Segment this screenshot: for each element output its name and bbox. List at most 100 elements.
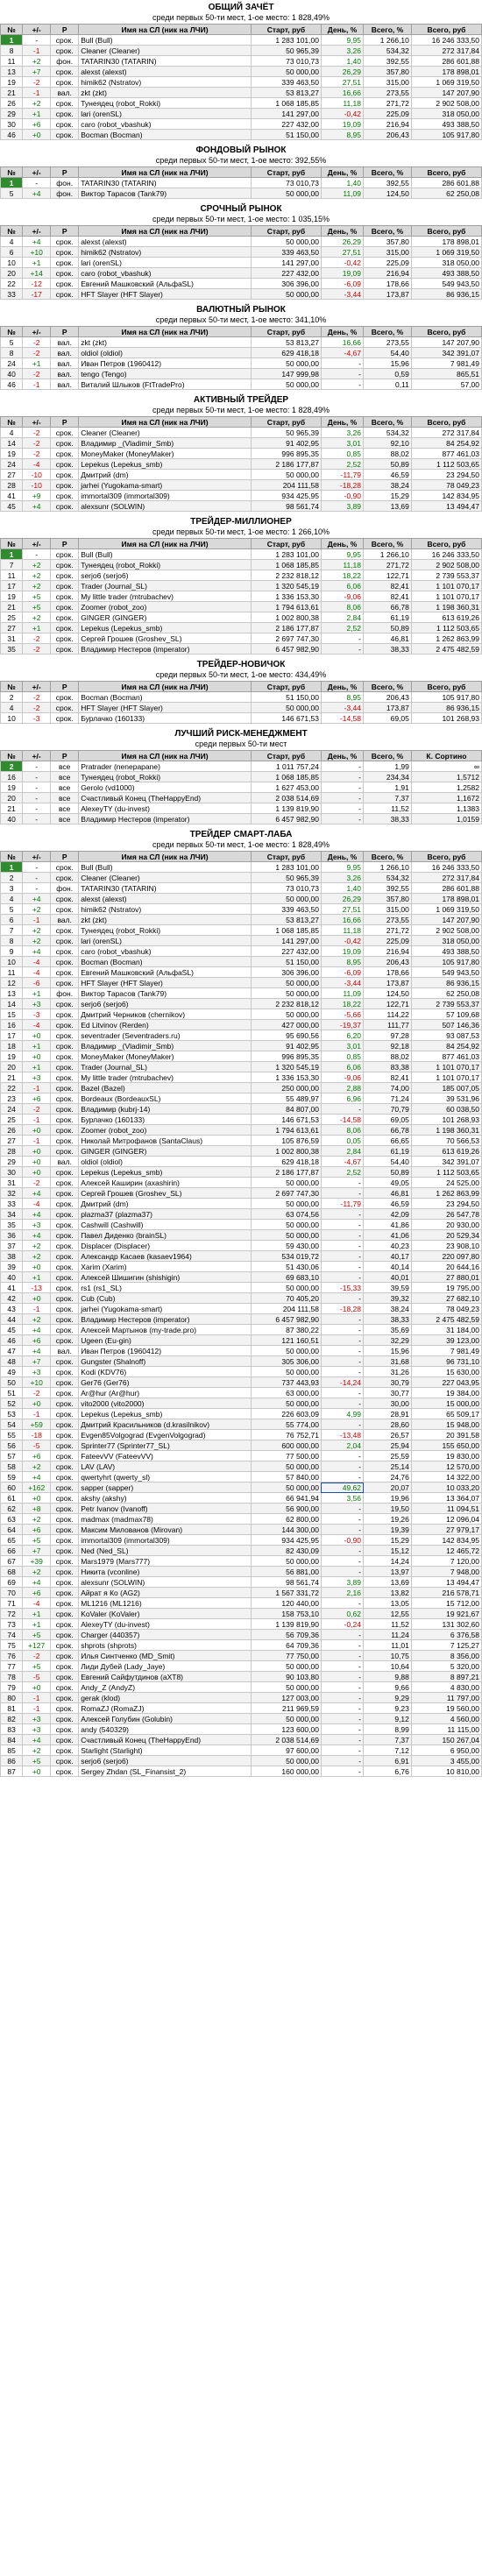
table-row[interactable]: 46 +6 срок. Ugeen (Eu-gin) 121 160,51-32,29 3… (0, 1334, 482, 1346)
table-row[interactable]: 16- все Тунеядец (robot_Rokki) 1 068 185,85… (0, 771, 482, 782)
table-row[interactable]: 19 -2 срок. himik62 (Nstratov) 339 463,50 27,… (0, 76, 482, 88)
table-row[interactable]: 6 +10 срок. himik62 (Nstratov) 339 463,50 27,… (0, 246, 482, 258)
column-header-day[interactable]: День, % (320, 851, 365, 862)
table-row[interactable]: 60 +162 срок. sapper (sapper) 50 000,00 49,62… (0, 1482, 482, 1493)
table-row[interactable]: 20- все Счастливый Конец (TheHappyEnd) 2 03… (0, 792, 482, 803)
table-row[interactable]: 12 -6 срок. HFT Slayer (HFT Slayer) 50 000,0… (0, 977, 482, 988)
table-row[interactable]: 33 -4 срок. Дмитрий (dm) 50 000,00 -11,79 46,5… (0, 1198, 482, 1209)
table-row[interactable]: 38 +2 срок. Александр Касаев (kasaev1964) 53… (0, 1250, 482, 1262)
column-header-totalrub[interactable]: Всего, руб (410, 24, 482, 35)
table-row[interactable]: 47 +4 вал. Иван Петров (1960412) 50 000,00-1… (0, 1345, 482, 1356)
table-row[interactable]: 22 -1 срок. Bazel (Bazel) 250 000,00 2,88 74,0… (0, 1082, 482, 1093)
table-row[interactable]: 34 +4 срок. plazma37 (plazma37) 63 074,56-42… (0, 1208, 482, 1220)
table-row[interactable]: 10 +1 срок. lari (orenSL) 141 297,00 -0,42 225… (0, 257, 482, 268)
table-row[interactable]: 25 -1 срок. Бурлачко (160133) 146 671,53 -14,… (0, 1114, 482, 1125)
table-row[interactable]: 10 -4 срок. Bocman (Bocman) 51 150,00 8,95 206… (0, 956, 482, 967)
table-row[interactable]: 3- фон. TATARIN30 (TATARIN) 73 010,73 1,40 39… (0, 882, 482, 894)
column-header-name[interactable]: Имя на СЛ (ник на ЛЧИ) (78, 538, 252, 549)
table-row[interactable]: 40 -2 вал. tengo (Tengo) 147 999,98-0,59 865,… (0, 368, 482, 379)
table-row[interactable]: 13 +1 фон. Виктор Тарасов (Tank79) 50 000,00… (0, 987, 482, 999)
column-header-start[interactable]: Старт, руб (250, 225, 322, 237)
table-row[interactable]: 79 +0 срок. Andy_Z (AndyZ) 50 000,00-9,66 4 8… (0, 1681, 482, 1693)
column-header-name[interactable]: Имя на СЛ (ник на ЛЧИ) (78, 416, 252, 428)
table-row[interactable]: 76 -2 срок. Илья Синтченко (MD_Smit) 77 750,… (0, 1650, 482, 1661)
table-row[interactable]: 63 +2 срок. madmax (madmax78) 62 800,00-19,2… (0, 1513, 482, 1525)
table-row[interactable]: 8 -1 срок. Cleaner (Cleaner) 50 965,39 3,26 53… (0, 45, 482, 56)
table-row[interactable]: 48 +7 срок. Gungster (Shalnoff) 305 306,00-3… (0, 1355, 482, 1367)
column-header-name[interactable]: Имя на СЛ (ник на ЛЧИ) (78, 681, 252, 692)
column-header-n[interactable]: № (0, 166, 24, 178)
table-row[interactable]: 29 +0 вал. oldiol (oldiol) 629 418,18 -4,67 54… (0, 1156, 482, 1167)
column-header-p[interactable]: Р (50, 326, 80, 337)
column-header-d[interactable]: +/- (22, 538, 52, 549)
table-row[interactable]: 74 +5 срок. Charger (440357) 56 709,36-11,24… (0, 1629, 482, 1640)
column-header-name[interactable]: Имя на СЛ (ник на ЛЧИ) (78, 166, 252, 178)
column-header-total[interactable]: Всего, % (363, 225, 412, 237)
table-row[interactable]: 35 -2 срок. Владимир Нестеров (imperator) 6 … (0, 643, 482, 655)
table-row[interactable]: 26 +2 срок. Тунеядец (robot_Rokki) 1 068 185… (0, 97, 482, 109)
column-header-name[interactable]: Имя на СЛ (ник на ЛЧИ) (78, 851, 252, 862)
table-row[interactable]: 2- все Pratrader (nenepapane) 1 011 757,24-… (0, 761, 482, 772)
table-row[interactable]: 28 -10 срок. jarhei (Yugokama-smart) 204 111… (0, 479, 482, 491)
column-header-name[interactable]: Имя на СЛ (ник на ЛЧИ) (78, 225, 252, 237)
table-row[interactable]: 70 +6 срок. Айрат я Ко (AG2) 1 567 331,72 2,1… (0, 1587, 482, 1598)
table-row[interactable]: 66 +7 срок. Ned (Ned_SL) 82 430,09-15,12 12 4… (0, 1545, 482, 1556)
column-header-d[interactable]: +/- (22, 750, 52, 761)
column-header-start[interactable]: Старт, руб (250, 538, 322, 549)
table-row[interactable]: 21 -1 вал. zkt (zkt) 53 813,27 16,66 273,55 147… (0, 87, 482, 98)
column-header-total[interactable]: Всего, % (363, 851, 412, 862)
column-header-n[interactable]: № (0, 326, 24, 337)
table-row[interactable]: 46 -1 вал. Виталий Шлыков (FtTradePro) 50 00… (0, 379, 482, 390)
table-row[interactable]: 49 +3 срок. Kodi (KDV76) 50 000,00-31,26 15 6… (0, 1366, 482, 1377)
column-header-day[interactable]: День, % (320, 225, 365, 237)
column-header-totalrub[interactable]: Всего, руб (410, 681, 482, 692)
column-header-d[interactable]: +/- (22, 24, 52, 35)
table-row[interactable]: 17 +0 срок. seventrader (Seventraders.ru) 95… (0, 1030, 482, 1041)
column-header-start[interactable]: Старт, руб (250, 166, 322, 178)
table-row[interactable]: 36 +4 срок. Павел Диденко (brainSL) 50 000,0… (0, 1229, 482, 1241)
table-row[interactable]: 69 +4 срок. alexsunr (SOLWIN) 98 561,74 3,89 1… (0, 1576, 482, 1588)
column-header-p[interactable]: Р (50, 416, 80, 428)
column-header-day[interactable]: День, % (320, 24, 365, 35)
column-header-d[interactable]: +/- (22, 326, 52, 337)
table-row[interactable]: 61 +0 срок. akshy (akshy) 66 941,94 3,56 19,96… (0, 1492, 482, 1504)
table-row[interactable]: 51 -2 срок. Ar@hur (Ar@hur) 63 000,00-30,77 1… (0, 1387, 482, 1398)
table-row[interactable]: 27 +1 срок. Lepekus (Lepekus_smb) 2 186 177,… (0, 622, 482, 633)
table-row[interactable]: 27 -1 срок. Николай Митрофанов (SantaClaus)… (0, 1135, 482, 1146)
table-row[interactable]: 4 -2 срок. HFT Slayer (HFT Slayer) 50 000,00… (0, 702, 482, 713)
column-header-day[interactable]: День, % (320, 750, 365, 761)
column-header-p[interactable]: Р (50, 24, 80, 35)
table-row[interactable]: 75 +127 срок. shprots (shprots) 64 709,36-11… (0, 1639, 482, 1651)
table-row[interactable]: 17 +2 срок. Trader (Journal_SL) 1 320 545,19… (0, 580, 482, 591)
column-header-day[interactable]: День, % (320, 538, 365, 549)
table-row[interactable]: 7 +2 срок. Тунеядец (robot_Rokki) 1 068 185,… (0, 924, 482, 936)
column-header-start[interactable]: Старт, руб (250, 326, 322, 337)
table-row[interactable]: 10 -3 срок. Бурлачко (160133) 146 671,53 -14,… (0, 712, 482, 724)
column-header-start[interactable]: Старт, руб (250, 851, 322, 862)
column-header-n[interactable]: № (0, 225, 24, 237)
column-header-d[interactable]: +/- (22, 225, 52, 237)
table-row[interactable]: 64 +6 срок. Максим Милованов (Mirovan) 144 3… (0, 1524, 482, 1535)
column-header-totalrub[interactable]: Всего, руб (410, 416, 482, 428)
table-row[interactable]: 1- срок. Bull (Bull) 1 283 101,00 9,95 1 266,… (0, 861, 482, 873)
table-row[interactable]: 1- срок. Bull (Bull) 1 283 101,00 9,95 1 266,… (0, 34, 482, 46)
column-header-total[interactable]: Всего, % (363, 538, 412, 549)
column-header-name[interactable]: Имя на СЛ (ник на ЛЧИ) (78, 750, 252, 761)
table-row[interactable]: 40- все Владимир Нестеров (imperator) 6 457… (0, 813, 482, 824)
table-row[interactable]: 16 -4 срок. Ed Litvinov (Rerden) 427 000,00-… (0, 1019, 482, 1030)
column-header-d[interactable]: +/- (22, 166, 52, 178)
table-row[interactable]: 19 -2 срок. MoneyMaker (MoneyMaker) 996 895,… (0, 448, 482, 459)
table-row[interactable]: 40 +1 срок. Алексей Шишигин (shishigin) 69 6… (0, 1271, 482, 1283)
table-row[interactable]: 13 +7 срок. alexst (alexst) 50 000,00 26,29 35… (0, 66, 482, 77)
column-header-totalrub[interactable]: Всего, руб (410, 538, 482, 549)
table-row[interactable]: 41 -13 срок. rs1 (rs1_SL) 50 000,00 -15,33 39,… (0, 1282, 482, 1293)
table-row[interactable]: 37 +2 срок. Displacer (Displacer) 59 430,00-… (0, 1240, 482, 1251)
column-header-p[interactable]: Р (50, 851, 80, 862)
column-header-n[interactable]: № (0, 416, 24, 428)
column-header-p[interactable]: Р (50, 538, 80, 549)
table-row[interactable]: 65 +5 срок. immortal309 (immortal309) 934 42… (0, 1534, 482, 1546)
table-row[interactable]: 19 +0 срок. MoneyMaker (MoneyMaker) 996 895,… (0, 1051, 482, 1062)
column-header-n[interactable]: № (0, 750, 24, 761)
table-row[interactable]: 45 +4 срок. alexsunr (SOLWIN) 98 561,74 3,89 1… (0, 500, 482, 512)
table-row[interactable]: 21- все AlexeyTY (du-invest) 1 139 819,90-1… (0, 803, 482, 814)
